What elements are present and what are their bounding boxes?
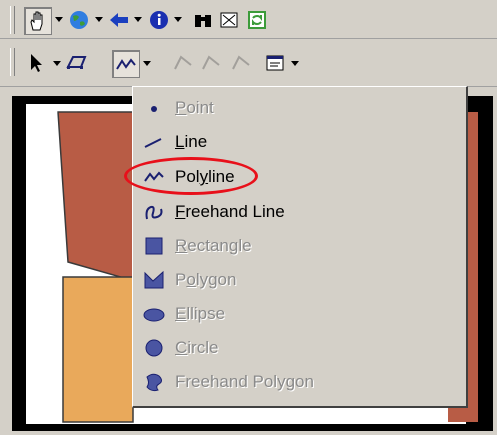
polygon-icon [141, 267, 167, 293]
main-toolbar [0, 0, 497, 39]
zoom-extent-icon[interactable] [216, 7, 242, 33]
pan-dropdown-arrow[interactable] [54, 12, 64, 26]
menu-item-label: Polyline [175, 167, 235, 186]
binoculars-icon[interactable] [190, 7, 216, 33]
select-arrow-icon[interactable] [24, 50, 50, 76]
menu-item-label: Polygon [175, 270, 237, 289]
draw-type-menu: Point Line Polyline Freehand Line Rectan [132, 86, 468, 408]
toolbar-grip[interactable] [10, 48, 15, 76]
polyline-tool-button[interactable] [112, 50, 140, 78]
menu-item-freehand-line[interactable]: Freehand Line [137, 196, 462, 228]
info-dropdown-arrow[interactable] [173, 12, 183, 26]
menu-item-polygon[interactable]: Polygon [137, 264, 462, 296]
freehand-line-icon [141, 199, 167, 225]
toolbar-grip[interactable] [10, 6, 15, 34]
menu-item-point[interactable]: Point [137, 92, 462, 124]
menu-item-rectangle[interactable]: Rectangle [137, 230, 462, 262]
menu-item-label: Freehand Polygon [175, 372, 314, 391]
refresh-icon[interactable] [244, 7, 270, 33]
menu-item-label: Line [175, 132, 208, 151]
menu-item-label: Circle [175, 338, 219, 357]
menu-item-polyline[interactable]: Polyline [137, 161, 462, 193]
pan-tool-icon[interactable] [24, 7, 52, 35]
ellipse-icon [141, 301, 167, 327]
properties-icon[interactable] [262, 50, 288, 76]
menu-item-freehand-polygon[interactable]: Freehand Polygon [137, 366, 462, 398]
select-dropdown-arrow[interactable] [52, 56, 62, 70]
menu-item-label: Rectangle [175, 236, 252, 255]
back-dropdown-arrow[interactable] [133, 12, 143, 26]
line-icon [141, 129, 167, 155]
polyline-icon [141, 164, 167, 190]
point-icon [141, 95, 167, 121]
draw-shape-icon[interactable] [64, 50, 90, 76]
menu-item-ellipse[interactable]: Ellipse [137, 298, 462, 330]
drawing-toolbar [0, 40, 497, 87]
delete-vertex-icon[interactable] [228, 50, 254, 76]
back-arrow-icon[interactable] [106, 7, 132, 33]
menu-item-line[interactable]: Line [137, 126, 462, 158]
gis-application-window: Point Line Polyline Freehand Line Rectan [0, 0, 497, 435]
globe-icon[interactable] [66, 7, 92, 33]
circle-icon [141, 335, 167, 361]
vertex-tool-icon[interactable] [170, 50, 196, 76]
globe-dropdown-arrow[interactable] [94, 12, 104, 26]
rectangle-icon [141, 233, 167, 259]
info-icon[interactable] [146, 7, 172, 33]
properties-dropdown-arrow[interactable] [290, 56, 300, 70]
menu-item-label: Freehand Line [175, 202, 285, 221]
draw-type-dropdown-arrow[interactable] [142, 56, 152, 70]
menu-item-label: Point [175, 98, 214, 117]
menu-item-label: Ellipse [175, 304, 226, 323]
add-vertex-icon[interactable] [198, 50, 224, 76]
freehand-polygon-icon [141, 369, 167, 395]
menu-item-circle[interactable]: Circle [137, 332, 462, 364]
